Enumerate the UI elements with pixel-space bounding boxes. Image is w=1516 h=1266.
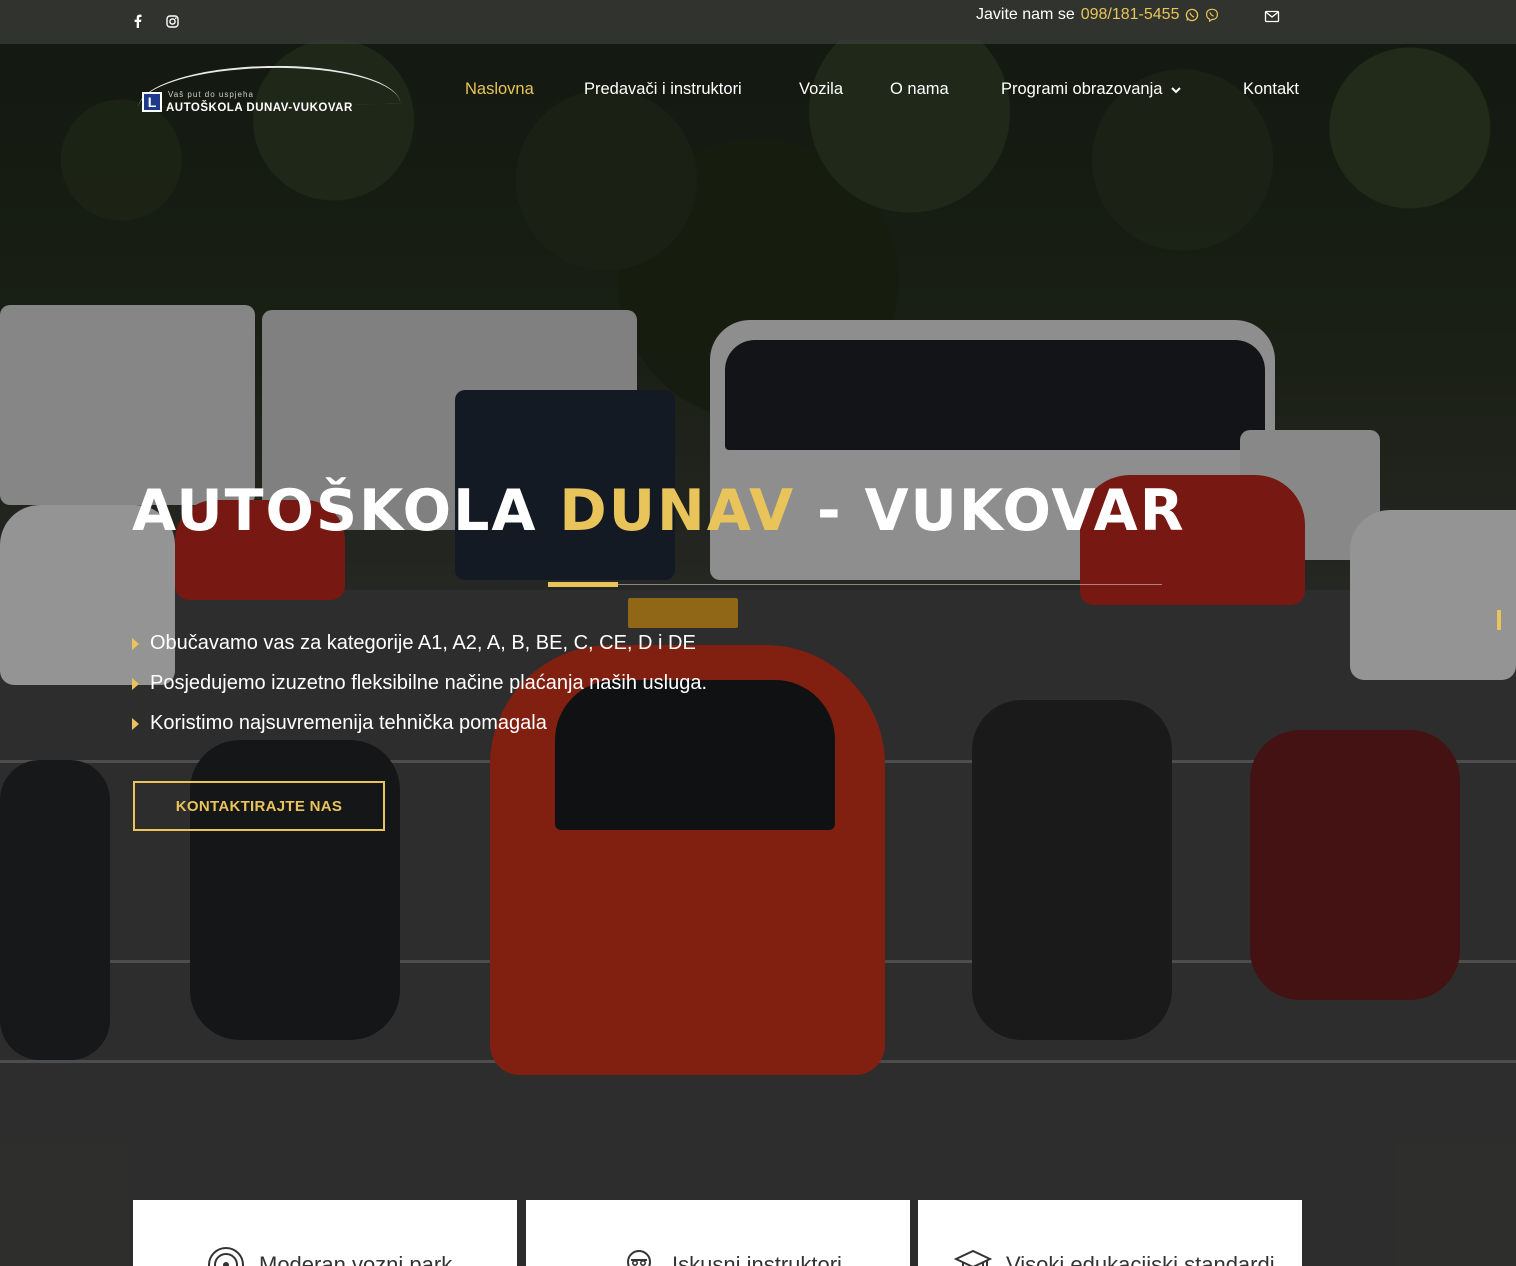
hero-bullet: Koristimo najsuvremenija tehnička pomaga… xyxy=(132,712,547,735)
feature-label: Visoki edukacijski standardi xyxy=(1006,1252,1275,1266)
title-divider xyxy=(548,584,1162,585)
hero-bullet-text: Posjedujemo izuzetno fleksibilne načine … xyxy=(150,672,708,694)
slider-indicator[interactable] xyxy=(1497,610,1501,630)
site-logo[interactable]: L Vaš put do uspjeha AUTOŠKOLA DUNAV-VUK… xyxy=(136,63,406,118)
instagram-icon[interactable] xyxy=(162,11,182,31)
hero-bullet: Obučavamo vas za kategorije A1, A2, A, B… xyxy=(132,632,696,655)
logo-name: AUTOŠKOLA DUNAV-VUKOVAR xyxy=(166,102,353,114)
logo-l-badge: L xyxy=(142,92,162,112)
contact-us-button[interactable]: KONTAKTIRAJTE NAS xyxy=(133,781,385,831)
hero-title-part3: - VUKOVAR xyxy=(816,478,1186,544)
whatsapp-icon[interactable] xyxy=(1185,8,1199,22)
feature-card: Moderan vozni park xyxy=(133,1200,517,1266)
mail-icon[interactable] xyxy=(1264,8,1280,23)
nav-item-vozila[interactable]: Vozila xyxy=(799,80,843,99)
bullet-triangle-icon xyxy=(132,637,139,650)
nav-item-predavaci[interactable]: Predavači i instruktori xyxy=(584,80,742,99)
feature-row: Visoki edukacijski standardi xyxy=(953,1246,1275,1266)
nav-item-programi[interactable]: Programi obrazovanja xyxy=(1001,80,1182,99)
nav-item-o-nama[interactable]: O nama xyxy=(890,80,949,99)
hero-bullet-text: Koristimo najsuvremenija tehnička pomaga… xyxy=(150,712,547,734)
feature-row: Iskusni instruktori xyxy=(620,1246,842,1266)
nav-item-naslovna[interactable]: Naslovna xyxy=(465,80,534,99)
hero-title-part1: AUTOŠKOLA xyxy=(132,478,538,544)
title-accent-bar xyxy=(548,582,618,587)
bullet-triangle-icon xyxy=(132,677,139,690)
feature-label: Iskusni instruktori xyxy=(672,1252,842,1266)
contact-call: Javite nam se 098/181-5455 xyxy=(976,6,1219,24)
hero-title: AUTOŠKOLA DUNAV - VUKOVAR xyxy=(132,478,1186,544)
instructor-icon xyxy=(620,1246,658,1266)
facebook-icon[interactable] xyxy=(127,11,147,31)
phone-link[interactable]: 098/181-5455 xyxy=(1081,6,1180,24)
feature-card: Iskusni instruktori xyxy=(526,1200,910,1266)
call-label: Javite nam se xyxy=(976,6,1075,23)
hero-bullet: Posjedujemo izuzetno fleksibilne načine … xyxy=(132,672,707,695)
steering-wheel-icon xyxy=(207,1246,245,1266)
logo-tagline: Vaš put do uspjeha xyxy=(168,90,254,99)
feature-card: Visoki edukacijski standardi xyxy=(918,1200,1302,1266)
feature-label: Moderan vozni park xyxy=(259,1252,453,1266)
hero-title-part2: DUNAV xyxy=(559,478,796,544)
hero-bullet-text: Obučavamo vas za kategorije A1, A2, A, B… xyxy=(150,632,696,654)
graduation-cap-icon xyxy=(953,1246,993,1266)
nav-item-programi-label: Programi obrazovanja xyxy=(1001,80,1163,98)
chevron-down-icon xyxy=(1168,85,1182,97)
feature-row: Moderan vozni park xyxy=(207,1246,452,1266)
top-bar: Javite nam se 098/181-5455 xyxy=(0,0,1516,44)
bullet-triangle-icon xyxy=(132,717,139,730)
viber-icon[interactable] xyxy=(1205,8,1219,22)
nav-item-kontakt[interactable]: Kontakt xyxy=(1243,80,1299,99)
